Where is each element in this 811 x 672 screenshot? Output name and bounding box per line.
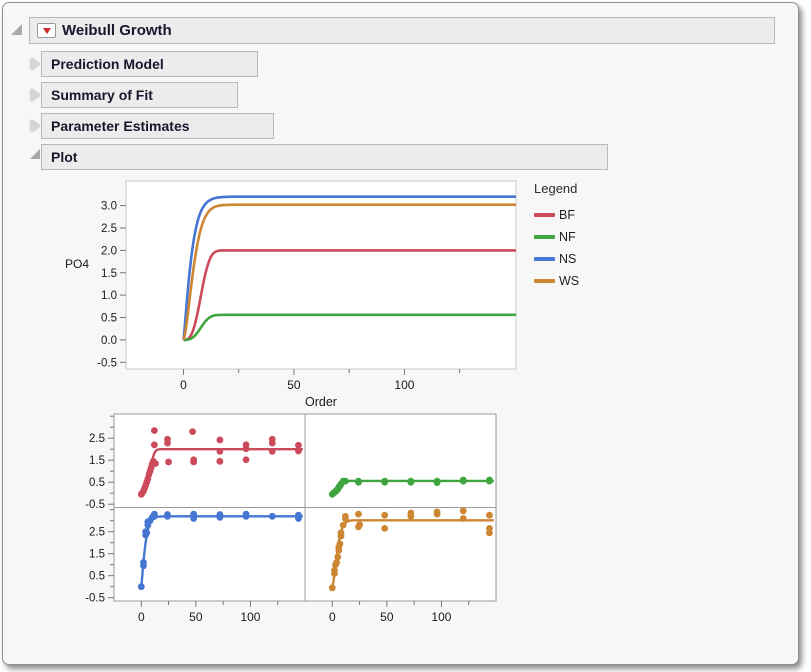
- section-label: Plot: [51, 149, 78, 165]
- bf-line-swatch-icon: [534, 213, 555, 217]
- svg-text:0.5: 0.5: [101, 313, 117, 325]
- legend-label: BF: [559, 208, 575, 222]
- outline-disclosure-expanded-icon[interactable]: [11, 24, 22, 35]
- legend-item-ws[interactable]: WS: [534, 270, 579, 292]
- report-title-bar[interactable]: Weibull Growth: [29, 17, 775, 44]
- svg-text:1.0: 1.0: [101, 290, 117, 302]
- svg-text:0: 0: [138, 610, 145, 624]
- red-triangle-icon: [42, 27, 51, 34]
- legend-label: NS: [559, 252, 577, 266]
- svg-text:2.5: 2.5: [101, 223, 117, 235]
- plot-disclosure-expanded-icon[interactable]: [30, 149, 40, 159]
- legend-title: Legend: [534, 181, 578, 196]
- svg-text:0: 0: [180, 378, 187, 392]
- legend-item-ns[interactable]: NS: [534, 248, 579, 270]
- legend-label: WS: [559, 274, 580, 288]
- svg-text:1.5: 1.5: [89, 455, 105, 467]
- small-multiples-by-group-chart: 0 50 100 0 50 100 -0.5 0.5 1.5 2.5 -0.5 0.5 1.5 2.5: [85, 413, 497, 624]
- svg-text:1.5: 1.5: [101, 268, 117, 280]
- ns-line-swatch-icon: [534, 257, 555, 261]
- section-header-prediction-model[interactable]: Prediction Model: [41, 51, 258, 77]
- svg-text:2.0: 2.0: [101, 245, 117, 257]
- svg-text:-0.5: -0.5: [85, 593, 105, 605]
- svg-text:100: 100: [431, 610, 451, 624]
- svg-text:2.5: 2.5: [89, 527, 105, 539]
- prediction-model-disclosure-collapsed-icon[interactable]: [31, 58, 40, 70]
- red-triangle-menu-button[interactable]: [37, 23, 56, 38]
- svg-text:3.0: 3.0: [101, 201, 117, 213]
- nf-line-swatch-icon: [534, 235, 555, 239]
- svg-text:50: 50: [189, 610, 203, 624]
- section-header-parameter-estimates[interactable]: Parameter Estimates: [41, 113, 274, 139]
- svg-text:50: 50: [380, 610, 394, 624]
- legend-label: NF: [559, 230, 576, 244]
- svg-text:100: 100: [394, 378, 414, 392]
- svg-text:-0.5: -0.5: [85, 499, 105, 511]
- screenshot-stage: Weibull Growth Prediction Model Summary …: [0, 0, 811, 672]
- section-label: Summary of Fit: [51, 87, 153, 103]
- legend-item-bf[interactable]: BF: [534, 204, 579, 226]
- svg-text:0: 0: [329, 610, 336, 624]
- section-header-summary-of-fit[interactable]: Summary of Fit: [41, 82, 238, 108]
- svg-text:50: 50: [287, 378, 301, 392]
- section-label: Prediction Model: [51, 56, 164, 72]
- section-label: Parameter Estimates: [51, 118, 190, 134]
- ws-line-swatch-icon: [534, 279, 555, 283]
- legend: Legend BF NF NS WS: [534, 181, 579, 292]
- report-title: Weibull Growth: [62, 22, 172, 39]
- jmp-report-window: Weibull Growth Prediction Model Summary …: [2, 2, 799, 665]
- section-header-plot[interactable]: Plot: [41, 144, 608, 170]
- legend-item-nf[interactable]: NF: [534, 226, 579, 248]
- svg-text:0.5: 0.5: [89, 477, 105, 489]
- main-weibull-growth-chart: 0 50 100 -0.5 0.0 0.5 1.0 1.5 2.0 2.5 3.0 Order: [97, 180, 517, 409]
- parameter-estimates-disclosure-collapsed-icon[interactable]: [31, 120, 40, 132]
- svg-text:-0.5: -0.5: [97, 357, 117, 369]
- svg-text:0.0: 0.0: [101, 335, 117, 347]
- svg-text:2.5: 2.5: [89, 433, 105, 445]
- svg-text:1.5: 1.5: [89, 549, 105, 561]
- summary-of-fit-disclosure-collapsed-icon[interactable]: [31, 89, 40, 101]
- svg-text:Order: Order: [305, 395, 337, 409]
- svg-text:100: 100: [240, 610, 260, 624]
- svg-text:0.5: 0.5: [89, 571, 105, 583]
